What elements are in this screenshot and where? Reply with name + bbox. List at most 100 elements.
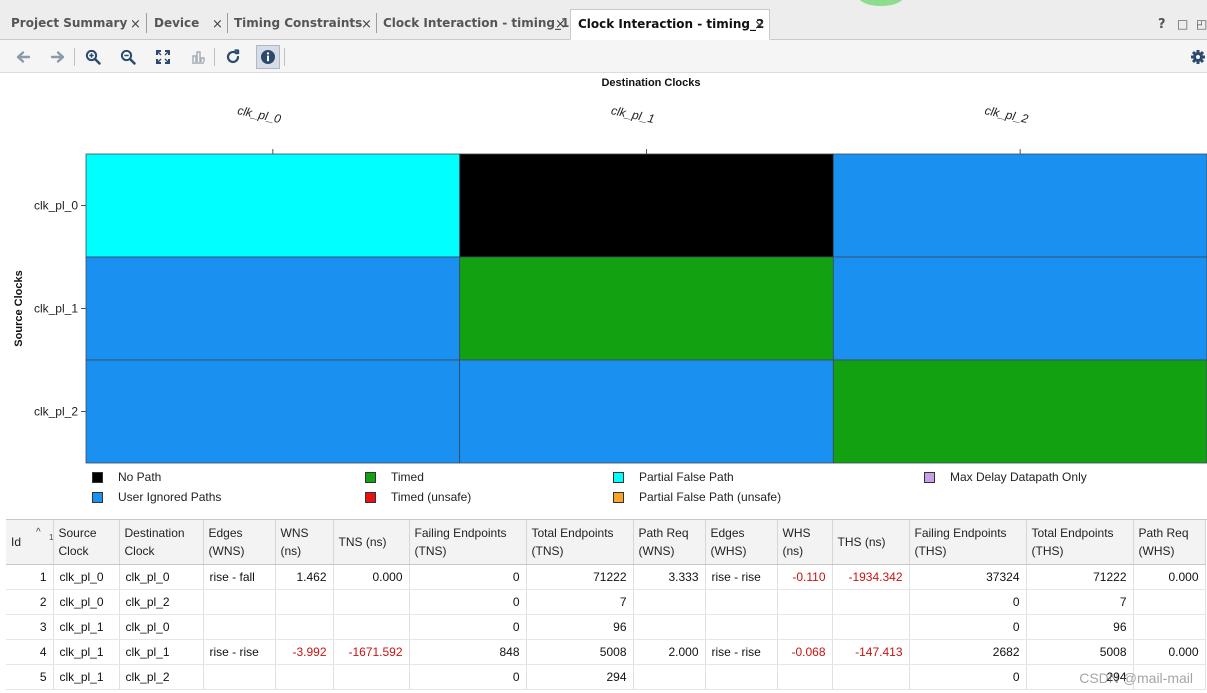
table-row[interactable]: 3 clk_pl_1 clk_pl_0 0 96 0 96 xyxy=(6,614,1206,640)
table-row[interactable]: 5 clk_pl_1 clk_pl_2 0 294 0 294 xyxy=(6,664,1206,690)
column-header-label: Failing Endpoints xyxy=(914,525,1007,540)
table-row[interactable]: 1 clk_pl_0 clk_pl_0 rise - fall 1.462 0.000 0 7… xyxy=(6,564,1206,590)
legend-swatch xyxy=(613,492,624,503)
fit-icon[interactable] xyxy=(151,45,175,69)
legend-swatch xyxy=(924,472,935,483)
legend-label: Partial False Path xyxy=(639,470,734,484)
column-header[interactable]: Source Clock xyxy=(53,520,120,565)
legend-label: Timed xyxy=(391,470,424,484)
column-header-label: (TNS) xyxy=(531,543,564,558)
column-header[interactable]: Total Endpoints (TNS) xyxy=(526,520,634,565)
sort-order-label: 1 xyxy=(49,533,54,542)
table-cell xyxy=(203,664,276,690)
column-header[interactable]: Id ^ 1 xyxy=(6,520,54,565)
table-row[interactable]: 2 clk_pl_0 clk_pl_2 0 7 0 7 xyxy=(6,589,1206,615)
tab-label: Device xyxy=(154,16,200,30)
forward-icon[interactable] xyxy=(46,45,70,69)
table-cell: 0.000 xyxy=(1133,639,1206,665)
table-cell: -1671.592 xyxy=(333,639,410,665)
column-header[interactable]: Failing Endpoints (THS) xyxy=(909,520,1027,565)
table-cell: 1 xyxy=(6,564,54,590)
legend-label: Timed (unsafe) xyxy=(391,490,472,504)
tab-device[interactable]: Device × xyxy=(147,9,226,40)
table-cell xyxy=(1133,614,1206,640)
column-header[interactable]: Path Req (WNS) xyxy=(633,520,706,565)
table-cell: 96 xyxy=(1026,614,1134,640)
column-header[interactable]: Failing Endpoints (TNS) xyxy=(409,520,527,565)
heatmap-cell xyxy=(85,256,461,361)
table-cell: clk_pl_0 xyxy=(53,564,120,590)
column-header[interactable]: Path Req (WHS) xyxy=(1133,520,1206,565)
close-icon[interactable]: × xyxy=(361,11,372,39)
table-cell: 5 xyxy=(6,664,54,690)
close-icon[interactable]: × xyxy=(754,12,765,40)
legend-label: Partial False Path (unsafe) xyxy=(639,490,782,504)
close-icon[interactable]: × xyxy=(212,11,223,39)
table-cell: 0 xyxy=(409,614,527,640)
table-cell: clk_pl_1 xyxy=(119,639,204,665)
maximize-icon[interactable]: ◰ xyxy=(1196,17,1207,31)
heatmap-cell xyxy=(832,256,1207,361)
zoom-out-icon[interactable] xyxy=(116,45,140,69)
table-cell: 0.000 xyxy=(1133,564,1206,590)
tab-clock-interaction-timing-2[interactable]: Clock Interaction - timing_2 × xyxy=(570,9,770,40)
tab-project-summary[interactable]: Project Summary × xyxy=(4,9,144,40)
column-header-label: (THS) xyxy=(914,543,947,558)
table-cell xyxy=(275,614,334,640)
column-header[interactable]: Edges (WNS) xyxy=(203,520,276,565)
table-cell xyxy=(333,589,410,615)
tab-clock-interaction-timing-1[interactable]: Clock Interaction - timing_1 × xyxy=(376,9,569,40)
close-icon[interactable]: × xyxy=(555,11,566,39)
table-cell: 71222 xyxy=(1026,564,1134,590)
toolbar xyxy=(0,40,1207,73)
restore-icon[interactable]: □ xyxy=(1177,17,1188,31)
clock-interaction-table: Id ^ 1 Source Clock Destination Clock Edges (WNS… xyxy=(6,519,1207,693)
column-header[interactable]: Total Endpoints (THS) xyxy=(1026,520,1134,565)
table-cell xyxy=(633,614,706,640)
tab-timing-constraints[interactable]: Timing Constraints × xyxy=(227,9,375,40)
y-tick-label: clk_pl_0 xyxy=(34,199,78,213)
column-header-label: Source xyxy=(58,525,97,540)
column-header[interactable]: WNS (ns) xyxy=(275,520,334,565)
table-cell: -147.413 xyxy=(832,639,910,665)
help-icon[interactable]: ? xyxy=(1158,17,1166,32)
column-header-label: (WHS) xyxy=(1138,543,1175,558)
info-icon[interactable] xyxy=(256,45,280,69)
refresh-icon[interactable] xyxy=(221,45,245,69)
table-cell: clk_pl_1 xyxy=(53,639,120,665)
zoom-in-icon[interactable] xyxy=(81,45,105,69)
watermark: CSDN @mail-mail xyxy=(1079,670,1193,686)
chart-title: Destination Clocks xyxy=(601,77,700,89)
table-cell: clk_pl_0 xyxy=(53,589,120,615)
chart-icon[interactable] xyxy=(186,45,210,69)
column-header-label: Path Req xyxy=(638,525,689,540)
table-row[interactable]: 4 clk_pl_1 clk_pl_1 rise - rise -3.992 -1671.… xyxy=(6,639,1206,665)
toolbar-separator xyxy=(284,48,285,66)
gear-icon[interactable] xyxy=(1186,45,1207,69)
table-cell xyxy=(333,664,410,690)
back-icon[interactable] xyxy=(11,45,35,69)
clock-interaction-chart: Destination Clocks Source Clocks clk_pl_0 c… xyxy=(6,74,1207,516)
column-header[interactable]: Edges (WHS) xyxy=(705,520,778,565)
table-cell xyxy=(832,589,910,615)
column-header[interactable]: WHS (ns) xyxy=(777,520,833,565)
close-icon[interactable]: × xyxy=(130,11,141,39)
column-header[interactable]: Destination Clock xyxy=(119,520,204,565)
column-header[interactable]: TNS (ns) xyxy=(333,520,410,565)
heatmap-svg: Destination ClocksSource Clocksclk_pl_0 c… xyxy=(13,77,1207,464)
table-cell: rise - rise xyxy=(705,564,778,590)
tab-label: Clock Interaction - timing_1 xyxy=(383,16,570,30)
table-cell xyxy=(777,664,833,690)
table-cell: 71222 xyxy=(526,564,634,590)
legend-label: User Ignored Paths xyxy=(118,490,222,504)
x-tick-label: clk_pl_2 xyxy=(984,103,1030,126)
column-header-label: Total Endpoints xyxy=(531,525,614,540)
legend-swatch xyxy=(92,492,103,503)
table-cell xyxy=(832,664,910,690)
table-cell: clk_pl_2 xyxy=(119,664,204,690)
table-cell: 0 xyxy=(909,664,1027,690)
table-cell xyxy=(275,664,334,690)
table-cell: 1.462 xyxy=(275,564,334,590)
sort-ascending-icon[interactable]: ^ xyxy=(36,524,41,542)
column-header[interactable]: THS (ns) xyxy=(832,520,910,565)
